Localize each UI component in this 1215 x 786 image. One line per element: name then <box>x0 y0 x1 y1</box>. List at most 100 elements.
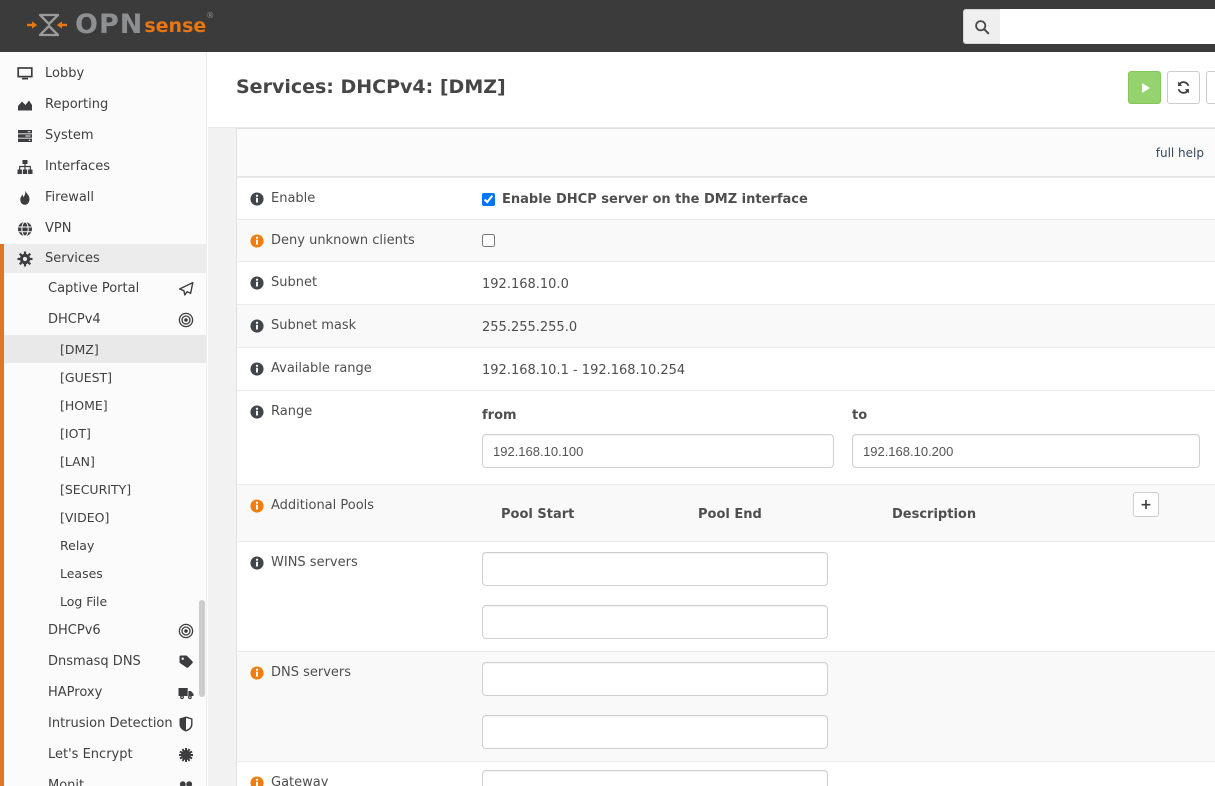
info-icon[interactable] <box>250 666 264 680</box>
sidebar-item-iot[interactable]: [IOT] <box>4 419 206 447</box>
form-row-additional-pools: Additional Pools Pool Start Pool End Des… <box>237 484 1215 541</box>
sidebar: Lobby Reporting System Interfaces Firewa… <box>0 52 207 786</box>
sidebar-item-dhcpv4[interactable]: DHCPv4 <box>4 304 206 335</box>
sidebar-scrollbar-thumb[interactable] <box>199 600 205 697</box>
submenu-label: DHCPv6 <box>48 623 101 638</box>
fire-icon <box>17 190 33 206</box>
truck-icon <box>178 685 194 701</box>
sidebar-item-captive-portal[interactable]: Captive Portal <box>4 273 206 304</box>
enable-dhcp-checkbox[interactable] <box>482 193 495 206</box>
sidebar-item-haproxy[interactable]: HAProxy <box>4 677 206 708</box>
shield-icon <box>178 716 194 732</box>
range-to-input[interactable] <box>852 434 1200 468</box>
sidebar-item-label: Services <box>45 251 100 266</box>
paper-plane-icon <box>178 281 194 297</box>
dns-server-input-2[interactable] <box>482 715 828 749</box>
form-row-subnet: Subnet 192.168.10.0 <box>237 261 1215 304</box>
sidebar-item-leases[interactable]: Leases <box>4 559 206 587</box>
info-icon[interactable] <box>250 499 264 513</box>
search-input[interactable] <box>1000 9 1215 44</box>
sidebar-item-system[interactable]: System <box>0 120 206 151</box>
sidebar-item-guest[interactable]: [GUEST] <box>4 363 206 391</box>
panel-help-bar: full help <box>237 129 1215 177</box>
info-icon[interactable] <box>250 319 264 333</box>
available-range-value: 192.168.10.1 - 192.168.10.254 <box>482 363 686 378</box>
sidebar-item-dnsmasq-dns[interactable]: Dnsmasq DNS <box>4 646 206 677</box>
field-label: Subnet mask <box>237 305 482 347</box>
sidebar-item-label: Firewall <box>45 190 95 205</box>
field-label-text: WINS servers <box>271 555 358 570</box>
sidebar-item-reporting[interactable]: Reporting <box>0 89 206 120</box>
subnet-mask-value: 255.255.255.0 <box>482 320 578 335</box>
sidebar-item-dmz[interactable]: [DMZ] <box>4 335 206 363</box>
refresh-button[interactable] <box>1167 71 1200 104</box>
global-search <box>963 9 1215 44</box>
pool-end-header: Pool End <box>698 507 762 522</box>
bullseye-icon <box>178 312 194 328</box>
sidebar-item-firewall[interactable]: Firewall <box>0 182 206 213</box>
opnsense-logo[interactable]: OPN sense ® <box>26 9 214 41</box>
globe-icon <box>17 221 33 237</box>
sidebar-item-security[interactable]: [SECURITY] <box>4 475 206 503</box>
info-icon[interactable] <box>250 192 264 206</box>
field-label: Available range <box>237 348 482 390</box>
deny-unknown-clients-checkbox[interactable] <box>482 234 495 247</box>
form-row-range: Range from to <box>237 390 1215 484</box>
field-label: Range <box>237 391 482 484</box>
sidebar-item-relay[interactable]: Relay <box>4 531 206 559</box>
sidebar-item-services[interactable]: Services <box>4 244 206 273</box>
desktop-icon <box>17 66 33 82</box>
info-icon[interactable] <box>250 776 264 786</box>
sidebar-item-log-file[interactable]: Log File <box>4 587 206 615</box>
bullseye-icon <box>178 623 194 639</box>
sidebar-item-label: System <box>45 128 94 143</box>
wins-server-input-1[interactable] <box>482 552 828 586</box>
play-button[interactable] <box>1128 71 1161 104</box>
form-row-deny-unknown-clients: Deny unknown clients <box>237 219 1215 261</box>
range-to-header: to <box>852 408 868 423</box>
info-icon[interactable] <box>250 362 264 376</box>
logo-registered-mark: ® <box>206 11 215 20</box>
field-label: Enable <box>237 178 482 219</box>
sidebar-item-intrusion-detection[interactable]: Intrusion Detection <box>4 708 206 739</box>
sidebar-item-label: VPN <box>45 221 72 236</box>
sidebar-item-lobby[interactable]: Lobby <box>0 58 206 89</box>
field-label-text: Available range <box>271 361 372 376</box>
field-label-text: Subnet <box>271 275 318 290</box>
info-icon[interactable] <box>250 276 264 290</box>
info-icon[interactable] <box>250 405 264 419</box>
sitemap-icon <box>17 159 33 175</box>
submenu-label: [GUEST] <box>60 369 113 385</box>
submenu-label: [IOT] <box>60 425 91 441</box>
sidebar-item-label: Interfaces <box>45 159 110 174</box>
sidebar-item-lan[interactable]: [LAN] <box>4 447 206 475</box>
play-icon <box>1137 80 1153 96</box>
pools-table-header: Pool Start Pool End Description <box>482 507 1215 522</box>
add-pool-button[interactable]: + <box>1133 492 1159 517</box>
full-help-toggle[interactable]: full help <box>1156 146 1204 160</box>
sidebar-item-vpn[interactable]: VPN <box>0 213 206 244</box>
toolbar-extra-button[interactable] <box>1206 71 1215 104</box>
info-icon[interactable] <box>250 234 264 248</box>
dns-server-input-1[interactable] <box>482 662 828 696</box>
sidebar-item-lets-encrypt[interactable]: Let's Encrypt <box>4 739 206 770</box>
range-from-input[interactable] <box>482 434 834 468</box>
submenu-label: Captive Portal <box>48 281 140 296</box>
subnet-value: 192.168.10.0 <box>482 277 569 292</box>
chart-area-icon <box>17 97 33 113</box>
sidebar-item-monit[interactable]: Monit <box>4 770 206 786</box>
gateway-input[interactable] <box>482 770 828 786</box>
form-row-wins-servers: WINS servers <box>237 541 1215 651</box>
wins-server-input-2[interactable] <box>482 605 828 639</box>
field-label: Gateway <box>237 762 482 786</box>
info-icon[interactable] <box>250 556 264 570</box>
submenu-label: Dnsmasq DNS <box>48 654 141 669</box>
sidebar-item-video[interactable]: [VIDEO] <box>4 503 206 531</box>
sidebar-item-home[interactable]: [HOME] <box>4 391 206 419</box>
field-label: Deny unknown clients <box>237 220 482 261</box>
title-bar: Services: DHCPv4: [DMZ] <box>208 52 1215 128</box>
page-title: Services: DHCPv4: [DMZ] <box>236 76 506 98</box>
sidebar-item-interfaces[interactable]: Interfaces <box>0 151 206 182</box>
submenu-label: [LAN] <box>60 453 95 469</box>
sidebar-item-dhcpv6[interactable]: DHCPv6 <box>4 615 206 646</box>
